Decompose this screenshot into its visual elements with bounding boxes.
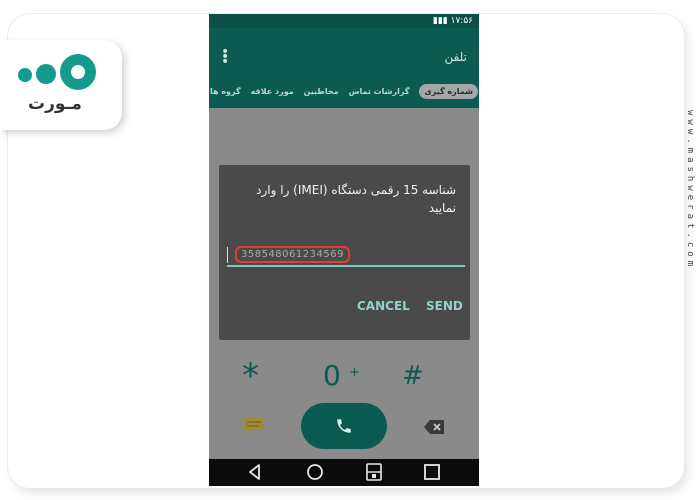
home-icon[interactable] (305, 462, 325, 482)
tab-call-logs[interactable]: گزارشات تماس (348, 87, 409, 96)
imei-input-value: 358548061234569 (235, 246, 350, 263)
backspace-icon[interactable] (423, 419, 445, 435)
brand-logo: مـورت (0, 40, 122, 130)
imei-input-field[interactable]: 358548061234569 (227, 245, 465, 267)
signal-icon: ▮▮▮ (432, 16, 451, 26)
app-bar: • • • تلفن شماره گیری گزارشات تماس مخاطبین… (209, 28, 479, 108)
tab-favorites[interactable]: مورد علاقه (251, 87, 294, 96)
hash-key[interactable]: # (402, 361, 424, 391)
message-icon[interactable] (243, 417, 265, 435)
tab-bar: شماره گیری گزارشات تماس مخاطبین مورد علا… (209, 80, 479, 102)
cancel-button[interactable]: CANCEL (357, 299, 410, 313)
phone-screen: ▮▮▮ ۱۷:۵۶ • • • تلفن شماره گیری گزارشات تم… (209, 14, 479, 486)
send-button[interactable]: SEND (426, 299, 463, 313)
star-key[interactable]: * (242, 359, 259, 393)
zero-plus-label: + (349, 365, 360, 380)
navigation-bar (209, 459, 479, 486)
logo-dot-small (18, 68, 32, 82)
tab-groups[interactable]: گروه ها (210, 87, 241, 96)
dialpad: * 0 + # (209, 351, 479, 461)
phone-icon (337, 419, 351, 433)
text-cursor (227, 247, 228, 263)
imei-dialog: شناسه 15 رقمی دستگاه (IMEI) را وارد نمای… (219, 165, 470, 340)
app-title: تلفن (444, 50, 467, 64)
call-button[interactable] (301, 403, 387, 449)
logo-text: مـورت (28, 94, 82, 114)
zero-key[interactable]: 0 (323, 361, 341, 391)
logo-dot-hole (71, 65, 85, 79)
tab-contacts[interactable]: مخاطبین (304, 87, 339, 96)
recent-apps-icon[interactable] (422, 462, 442, 482)
more-menu-icon[interactable]: • • • (221, 45, 229, 69)
status-bar: ▮▮▮ ۱۷:۵۶ (209, 14, 479, 28)
status-time: ۱۷:۵۶ (450, 16, 473, 26)
site-watermark: www.mashwerat.com (685, 110, 695, 271)
logo-dot-medium (36, 64, 56, 84)
dialog-message: شناسه 15 رقمی دستگاه (IMEI) را وارد نمای… (256, 183, 456, 215)
back-icon[interactable] (245, 462, 265, 482)
sim-switch-icon[interactable] (364, 462, 384, 482)
tab-dialer[interactable]: شماره گیری (419, 83, 478, 99)
